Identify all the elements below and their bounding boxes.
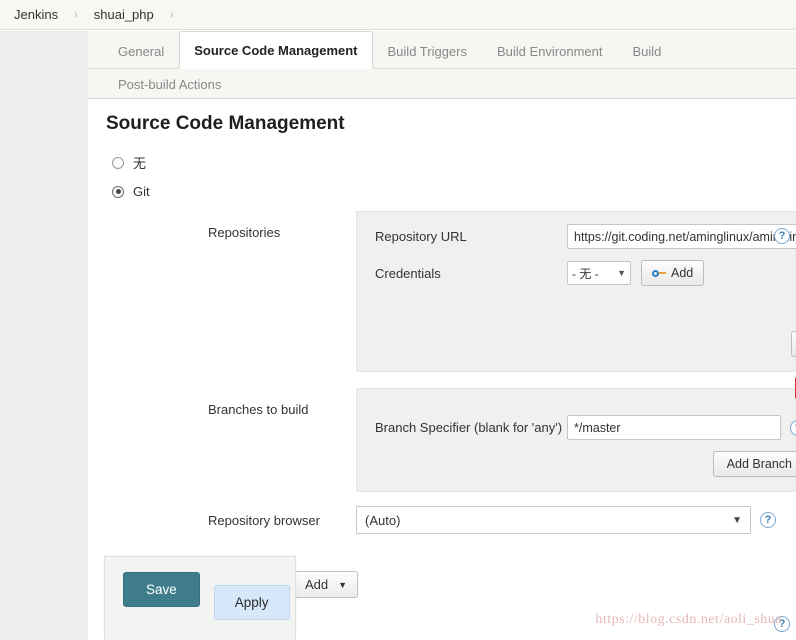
repository-browser-label: Repository browser (208, 512, 320, 528)
repositories-panel: Repository URL ? Credentials - 无 - ▼ Add (356, 211, 796, 372)
repository-browser-select[interactable]: (Auto) ▼ (356, 506, 751, 534)
add-credentials-label: Add (671, 266, 694, 280)
credentials-select[interactable]: - 无 - ▼ (567, 261, 631, 285)
save-button[interactable]: Save (123, 572, 200, 607)
branches-panel: X Branch Specifier (blank for 'any') ? A… (356, 377, 796, 492)
chevron-down-icon-credentials: ▼ (617, 268, 626, 278)
add-scm-label: Add (305, 577, 329, 592)
page-title: Source Code Management (106, 113, 345, 134)
chevron-down-icon-repository-browser: ▼ (732, 514, 742, 526)
tab-build-environment[interactable]: Build Environment (482, 32, 618, 69)
repository-url-row: Repository URL ? (375, 224, 796, 249)
scm-option-none[interactable]: 无 (112, 153, 796, 172)
branch-specifier-input[interactable] (567, 415, 781, 440)
repositories-row: Repositories Repository URL ? Credential… (208, 211, 796, 372)
tab-source-code-management[interactable]: Source Code Management (179, 31, 373, 69)
save-apply-bar: Save Apply (104, 556, 296, 640)
branch-specifier-label: Branch Specifier (blank for 'any') (375, 420, 563, 435)
breadcrumb-separator-icon-2: › (169, 8, 174, 21)
credentials-select-value: - 无 - (572, 266, 599, 281)
help-icon-branch-specifier[interactable]: ? (790, 419, 796, 436)
left-rail (0, 31, 88, 640)
tab-post-build-actions[interactable]: Post-build Actions (103, 69, 236, 102)
radio-none-icon[interactable] (112, 156, 124, 169)
repositories-label: Repositories (208, 225, 281, 240)
help-icon-scm-section[interactable]: ? (774, 228, 790, 244)
tab-build-triggers[interactable]: Build Triggers (373, 32, 482, 69)
scm-option-none-label: 无 (133, 156, 147, 171)
add-credentials-button[interactable]: Add (641, 260, 705, 286)
tab-general[interactable]: General (103, 32, 179, 69)
git-config-block: Repositories Repository URL ? Credential… (208, 211, 796, 534)
add-repository-row: Add Repository (375, 331, 796, 357)
add-branch-row: Add Branch (375, 451, 796, 477)
repository-url-label: Repository URL (375, 229, 467, 244)
watermark: https://blog.csdn.net/aoli_shua (595, 612, 782, 627)
branch-specifier-row: Branch Specifier (blank for 'any') ? (375, 415, 796, 440)
repository-browser-row: Repository browser (Auto) ▼ ? (208, 506, 776, 534)
scm-option-git[interactable]: Git (112, 184, 796, 199)
breadcrumb-separator-icon: › (74, 8, 78, 21)
apply-button[interactable]: Apply (213, 585, 290, 620)
add-branch-button[interactable]: Add Branch (712, 451, 796, 477)
page-body: Source Code Management 无 Git Repositorie… (88, 99, 796, 534)
add-repository-button[interactable]: Add Repository (790, 331, 796, 357)
repository-url-input[interactable] (567, 224, 796, 249)
key-icon (652, 268, 666, 278)
help-icon-repository-browser[interactable]: ? (760, 512, 776, 528)
chevron-down-icon-add: ▼ (338, 579, 348, 590)
credentials-row: Credentials - 无 - ▼ Add (375, 260, 796, 286)
scm-option-git-label: Git (133, 184, 150, 199)
content-area: General Source Code Management Build Tri… (88, 31, 796, 640)
advanced-row: Advanced... (375, 297, 796, 323)
tab-build[interactable]: Build (618, 32, 677, 69)
branches-row: Branches to build X Branch Specifier (bl… (208, 377, 796, 492)
config-tab-bar-row2: Post-build Actions (88, 69, 796, 99)
add-scm-button[interactable]: Add ▼ (292, 571, 359, 598)
config-tab-bar: General Source Code Management Build Tri… (88, 31, 796, 69)
credentials-label: Credentials (375, 265, 441, 281)
breadcrumb-item-project[interactable]: shuai_php (90, 7, 158, 22)
radio-git-icon[interactable] (112, 185, 124, 198)
repository-browser-value: (Auto) (365, 512, 401, 528)
breadcrumb: Jenkins › shuai_php › (0, 0, 796, 30)
branches-label: Branches to build (208, 402, 309, 417)
breadcrumb-item-jenkins[interactable]: Jenkins (10, 7, 62, 22)
